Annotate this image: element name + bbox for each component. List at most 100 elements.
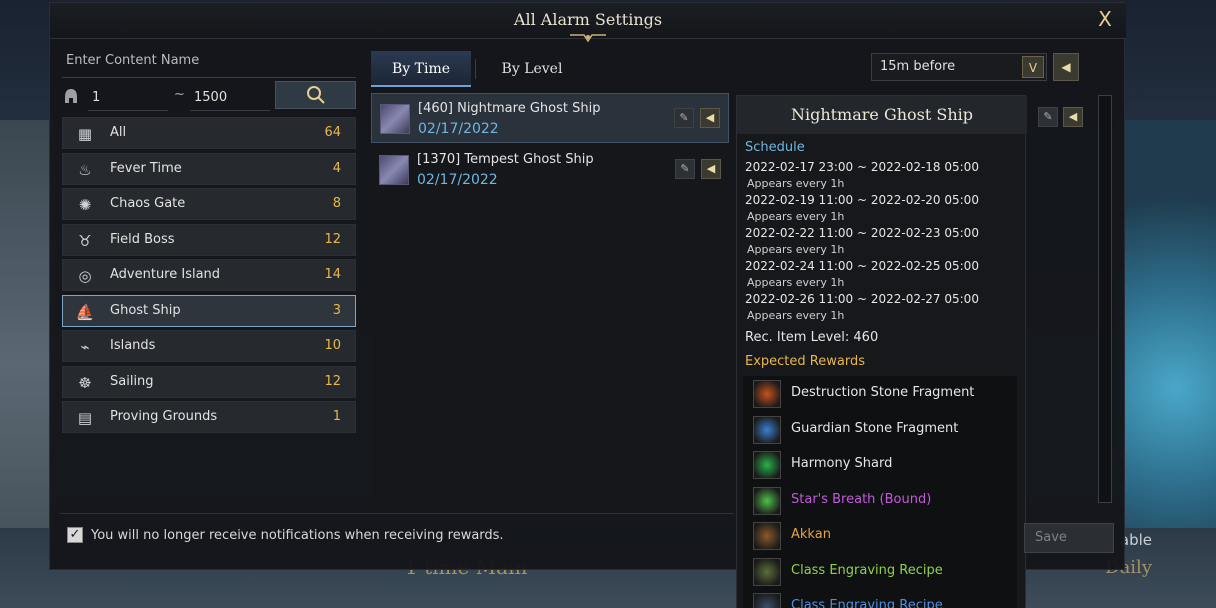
stars-breath-icon (753, 486, 781, 515)
list-item-nightmare-ghost-ship[interactable]: [460] Nightmare Ghost Ship 02/17/2022 ✎ … (371, 93, 729, 143)
search-icon (306, 86, 325, 104)
engraving-recipe-icon (753, 557, 781, 586)
reward-item[interactable]: Star's Breath (Bound) (743, 483, 1017, 519)
alarm-icon[interactable]: ◀ (1063, 107, 1083, 127)
tab-by-level[interactable]: By Level (487, 51, 577, 87)
level-max-input[interactable] (190, 85, 270, 111)
game-screen: able 1 time Main Daily All Alarm Setting… (0, 0, 1216, 608)
content-list: [460] Nightmare Ghost Ship 02/17/2022 ✎ … (371, 93, 729, 507)
gate-icon: ✺ (78, 196, 92, 214)
category-islands[interactable]: ⌁ Islands 10 (62, 330, 356, 362)
schedule-frequency: Appears every 1h (747, 242, 845, 256)
rewards-list: Destruction Stone Fragment Guardian Ston… (743, 376, 1017, 608)
category-count: 64 (324, 125, 341, 140)
category-count: 10 (324, 338, 341, 353)
list-item-tempest-ghost-ship[interactable]: [1370] Tempest Ghost Ship 02/17/2022 ✎ ◀ (371, 145, 729, 195)
category-label: Chaos Gate (110, 196, 186, 211)
reward-name: Star's Breath (Bound) (791, 491, 932, 507)
reward-item[interactable]: Guardian Stone Fragment (743, 412, 1017, 448)
shell-icon: ◎ (78, 267, 92, 285)
akkan-card-icon (753, 522, 781, 550)
reward-item[interactable]: Akkan (743, 518, 1017, 554)
category-count: 1 (332, 409, 341, 424)
alarm-settings-dialog: All Alarm Settings X Enter Content Name … (49, 2, 1126, 608)
category-count: 4 (332, 160, 341, 176)
alarm-sound-toggle[interactable]: ◀ (1053, 53, 1079, 81)
category-field-boss[interactable]: ♉ Field Boss 12 (62, 223, 356, 256)
helm-icon: ☸ (78, 373, 92, 392)
alarm-icon[interactable]: ◀ (701, 159, 721, 179)
schedule-range: 2022-02-24 11:00 ~ 2022-02-25 05:00 (745, 259, 979, 273)
content-list-panel: By Time By Level [460] Nightmare Ghost S… (371, 47, 729, 507)
category-adventure-island[interactable]: ◎ Adventure Island 14 (62, 259, 356, 291)
flame-icon: ♨ (78, 160, 92, 179)
divider (475, 59, 476, 79)
category-count: 12 (324, 373, 341, 389)
category-count: 14 (324, 267, 341, 282)
close-button[interactable]: X (1094, 8, 1116, 30)
category-fever-time[interactable]: ♨ Fever Time 4 (62, 152, 356, 185)
reward-name: Destruction Stone Fragment (791, 385, 975, 400)
expected-rewards-label: Expected Rewards (745, 354, 865, 369)
category-sailing[interactable]: ☸ Sailing 12 (62, 365, 356, 398)
reward-item[interactable]: Destruction Stone Fragment (743, 376, 1017, 412)
chevron-down-icon[interactable]: V (1022, 56, 1044, 78)
search-button[interactable] (275, 81, 356, 109)
schedule-frequency: Appears every 1h (747, 209, 845, 223)
category-label: All (110, 125, 127, 140)
helmet-icon (65, 89, 77, 103)
reward-notification-checkbox[interactable]: ✓ (67, 527, 83, 543)
category-chaos-gate[interactable]: ✺ Chaos Gate 8 (62, 188, 356, 220)
level-min-input[interactable] (88, 85, 168, 111)
save-button[interactable]: Save (1024, 523, 1114, 553)
reward-name: Harmony Shard (791, 456, 893, 471)
alarm-icon[interactable]: ◀ (700, 108, 720, 128)
alarm-time-value: 15m before (880, 59, 956, 74)
category-count: 3 (332, 302, 341, 318)
alarm-time-select[interactable]: 15m before V (871, 53, 1047, 81)
schedule-label: Schedule (745, 140, 805, 155)
category-label: Islands (110, 338, 156, 353)
schedule-range: 2022-02-22 11:00 ~ 2022-02-23 05:00 (745, 226, 979, 240)
category-count: 12 (324, 231, 341, 247)
divider (60, 513, 734, 514)
harmony-shard-icon (753, 451, 781, 479)
reward-item[interactable]: Harmony Shard (743, 447, 1017, 483)
pin-icon[interactable]: ✎ (1038, 107, 1058, 127)
scrollbar[interactable] (1098, 95, 1112, 503)
category-label: Sailing (110, 373, 154, 389)
category-all[interactable]: ▦ All 64 (62, 117, 356, 149)
reward-name: Class Engraving Recipe (791, 562, 943, 578)
schedule-list: 2022-02-17 23:00 ~ 2022-02-18 05:00 Appe… (745, 160, 1025, 325)
palm-icon: ⌁ (80, 338, 90, 356)
schedule-range: 2022-02-17 23:00 ~ 2022-02-18 05:00 (745, 160, 979, 174)
title-ornament-icon (570, 34, 606, 43)
category-ghost-ship[interactable]: ⛵ Ghost Ship 3 (62, 294, 356, 327)
reward-name: Class Engraving Recipe (791, 598, 943, 608)
category-label: Fever Time (110, 160, 182, 176)
category-label: Proving Grounds (110, 409, 218, 424)
schedule-frequency: Appears every 1h (747, 308, 845, 322)
ship-icon: ⛵ (75, 302, 95, 321)
list-item-date: 02/17/2022 (418, 121, 499, 137)
pin-icon[interactable]: ✎ (675, 159, 695, 179)
tab-by-time[interactable]: By Time (371, 51, 471, 87)
horns-icon: ♉ (78, 231, 92, 250)
pin-icon[interactable]: ✎ (674, 108, 694, 128)
category-proving-grounds[interactable]: ▤ Proving Grounds 1 (62, 401, 356, 433)
reward-item[interactable]: Class Engraving Recipe (743, 554, 1017, 590)
sort-tabs: By Time By Level (371, 51, 729, 87)
content-name-input[interactable]: Enter Content Name (66, 53, 199, 68)
category-label: Adventure Island (110, 267, 221, 282)
category-count: 8 (332, 196, 341, 211)
grid-icon: ▦ (77, 125, 93, 143)
schedule-range: 2022-02-26 11:00 ~ 2022-02-27 05:00 (745, 292, 979, 306)
reward-item[interactable]: Class Engraving Recipe (743, 589, 1017, 608)
reward-notification-label: You will no longer receive notifications… (91, 528, 504, 543)
schedule-range: 2022-02-19 11:00 ~ 2022-02-20 05:00 (745, 193, 979, 207)
ghost-ship-thumbnail (380, 104, 410, 134)
detail-title: Nightmare Ghost Ship (737, 96, 1027, 134)
guardian-stone-icon (753, 415, 781, 444)
list-item-name: [1370] Tempest Ghost Ship (417, 152, 594, 167)
category-list: ▦ All 64 ♨ Fever Time 4 ✺ Chaos Gate 8 ♉… (62, 117, 356, 437)
